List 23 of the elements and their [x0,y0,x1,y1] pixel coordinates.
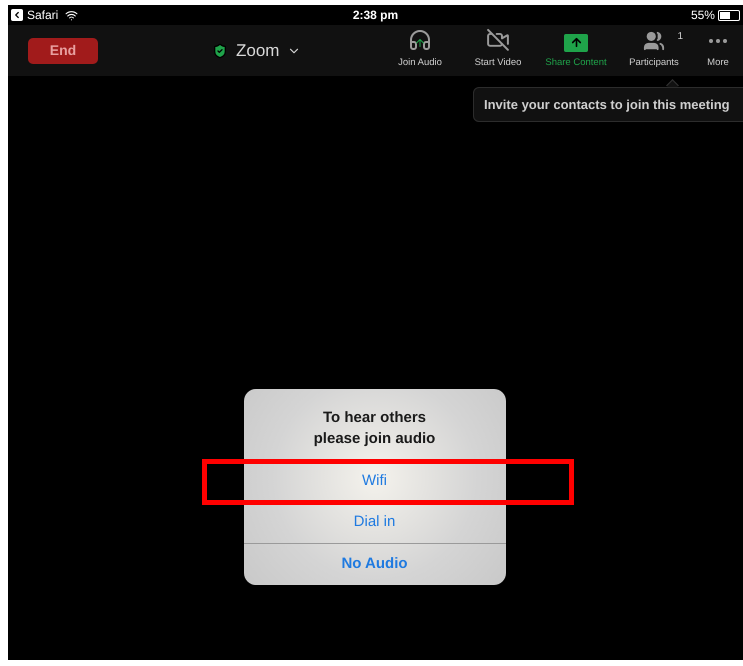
meeting-title[interactable]: Zoom [236,38,280,64]
wifi-icon [65,8,78,22]
back-app-label[interactable]: Safari [27,6,58,24]
toolbar-button[interactable]: 1 Participants [615,28,693,70]
toolbar-button[interactable]: More [693,28,743,70]
end-button[interactable]: End [28,38,98,64]
share-screen-icon [564,34,588,52]
toolbar-button[interactable]: Share Content [537,28,615,70]
battery-icon [718,10,740,20]
dialog-title: To hear others please join audio [312,408,436,449]
invite-tooltip: Invite your contacts to join this meeting [473,87,743,122]
status-time: 2:38 pm [352,7,398,24]
participants-icon [643,30,665,52]
toolbar-button[interactable]: Start Video [459,28,537,70]
back-icon [11,9,23,21]
audio-option[interactable]: Wifi [244,461,506,502]
more-icon [709,38,727,43]
participant-count: 1 [677,30,683,44]
battery-percent: 55% [690,7,715,24]
video-off-icon [486,28,510,52]
shield-check-icon [212,42,228,58]
toolbar-button[interactable]: Join Audio [381,28,459,70]
headphones-icon [408,28,432,52]
